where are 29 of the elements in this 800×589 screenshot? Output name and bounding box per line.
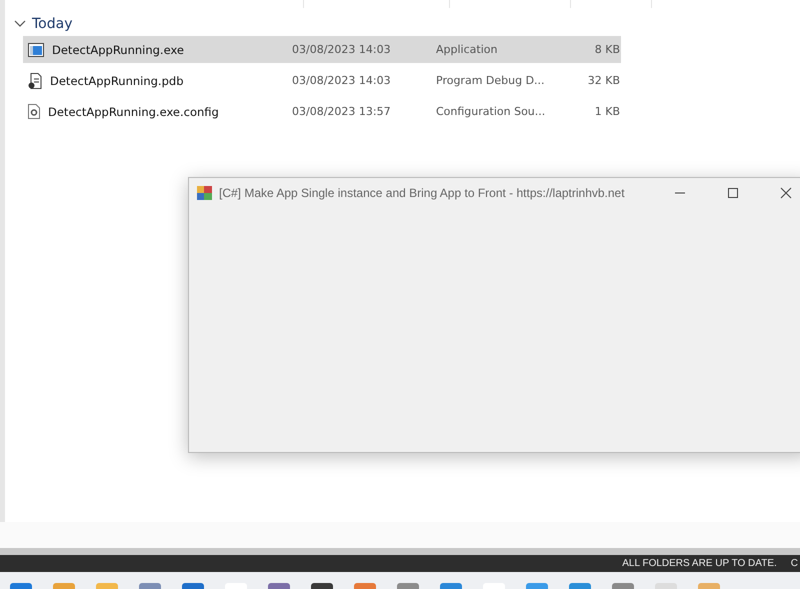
taskbar-app-icon[interactable] xyxy=(311,583,333,589)
maximize-icon xyxy=(727,187,739,199)
file-size: 32 KB xyxy=(586,74,620,87)
chevron-icon[interactable] xyxy=(14,20,26,28)
file-date: 03/08/2023 14:03 xyxy=(292,43,392,56)
file-size: 1 KB xyxy=(594,105,620,118)
gear-document-icon xyxy=(28,104,40,119)
file-name: DetectAppRunning.pdb xyxy=(50,74,184,88)
file-row[interactable]: DetectAppRunning.pdb 03/08/2023 14:03 Program Debug D... 32 KB xyxy=(23,67,621,94)
close-icon xyxy=(780,187,792,199)
file-name: DetectAppRunning.exe xyxy=(52,42,184,56)
file-type: Program Debug D... xyxy=(436,74,546,87)
file-type: Configuration Sou... xyxy=(436,105,546,118)
taskbar-app-icon[interactable] xyxy=(182,583,204,589)
taskbar-app-icon[interactable] xyxy=(268,583,290,589)
group-label: Today xyxy=(32,16,72,32)
status-text: C xyxy=(790,558,798,569)
application-icon xyxy=(28,42,44,56)
file-name: DetectAppRunning.exe.config xyxy=(48,104,219,118)
file-size: 8 KB xyxy=(594,43,620,56)
file-type: Application xyxy=(436,43,498,56)
status-message: ALL FOLDERS ARE UP TO DATE. xyxy=(622,558,777,569)
document-icon xyxy=(28,72,42,88)
app-icon xyxy=(197,186,212,200)
file-row[interactable]: DetectAppRunning.exe.config 03/08/2023 13:57 Configuration Sou... 1 KB xyxy=(23,98,621,125)
file-date: 03/08/2023 13:57 xyxy=(292,105,392,118)
window-title: [C#] Make App Single instance and Bring App to Front - https://laptrinhvb.net xyxy=(219,186,625,200)
file-date: 03/08/2023 14:03 xyxy=(292,74,392,87)
file-row[interactable]: DetectAppRunning.exe 03/08/2023 14:03 Application 8 KB xyxy=(23,36,621,63)
